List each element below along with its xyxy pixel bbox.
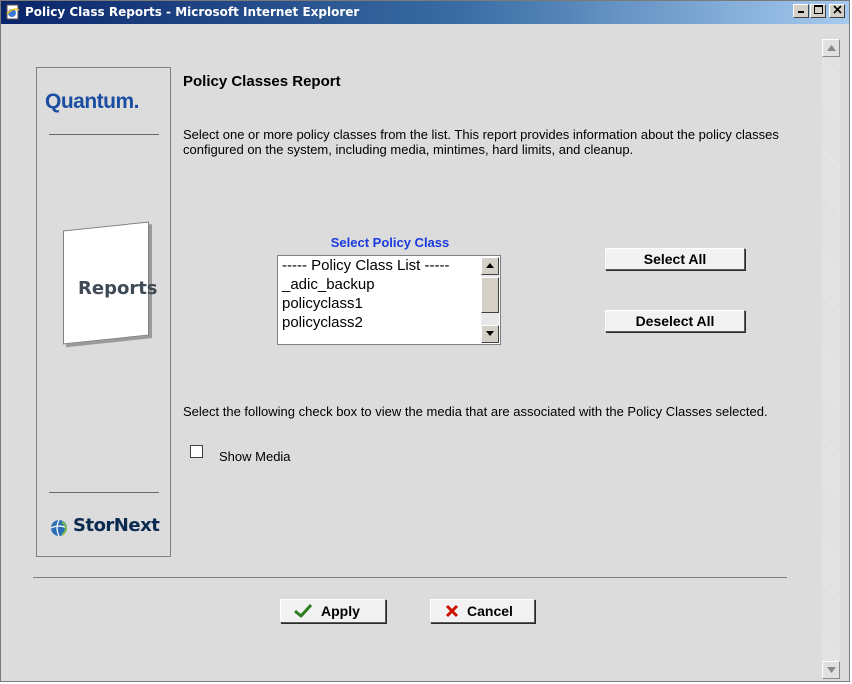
list-scroll-thumb[interactable] — [481, 277, 499, 313]
maximize-icon — [813, 5, 823, 14]
arrow-down-icon — [827, 667, 836, 673]
show-media-checkbox[interactable] — [190, 445, 203, 458]
page-title: Policy Classes Report — [183, 73, 341, 90]
cancel-label: Cancel — [467, 603, 513, 619]
cancel-button[interactable]: Cancel — [430, 599, 535, 623]
policy-class-list[interactable]: ----- Policy Class List ----- _adic_back… — [277, 255, 501, 345]
title-bar[interactable]: Policy Class Reports - Microsoft Interne… — [1, 1, 849, 24]
apply-button[interactable]: Apply — [280, 599, 386, 623]
stornext-globe-icon — [50, 519, 68, 537]
list-scroll-down-button[interactable] — [481, 325, 499, 343]
close-button[interactable] — [829, 4, 845, 18]
minimize-icon — [798, 11, 804, 13]
scroll-up-button[interactable] — [822, 39, 840, 57]
stornext-logo: StorNext — [73, 515, 160, 536]
footer-divider — [33, 577, 787, 578]
quantum-logo: Quantum. — [45, 90, 140, 113]
close-icon — [832, 5, 842, 14]
apply-label: Apply — [321, 603, 360, 619]
list-item[interactable]: policyclass1 — [278, 294, 500, 313]
select-policy-class-label: Select Policy Class — [330, 235, 450, 250]
arrow-up-icon — [827, 45, 836, 51]
list-item[interactable]: ----- Policy Class List ----- — [278, 256, 500, 275]
list-item[interactable]: policyclass2 — [278, 313, 500, 332]
x-icon — [445, 604, 459, 618]
arrow-down-icon — [486, 331, 494, 336]
list-scrollbar[interactable] — [481, 257, 499, 343]
ie-page-icon — [6, 4, 20, 20]
deselect-all-button[interactable]: Deselect All — [605, 310, 745, 332]
reports-graphic: Reports — [63, 221, 158, 345]
show-media-label[interactable]: Show Media — [219, 449, 291, 464]
sidebar: Quantum. Reports StorNext — [36, 67, 171, 557]
checkbox-description: Select the following check box to view t… — [183, 404, 768, 419]
reports-label: Reports — [78, 277, 158, 299]
arrow-up-icon — [486, 263, 494, 268]
page-scrollbar[interactable] — [822, 39, 840, 679]
sidebar-divider — [49, 134, 159, 135]
minimize-button[interactable] — [793, 4, 809, 18]
maximize-button[interactable] — [810, 4, 826, 18]
list-scroll-up-button[interactable] — [481, 257, 499, 275]
window-title: Policy Class Reports - Microsoft Interne… — [25, 5, 360, 19]
scroll-down-button[interactable] — [822, 661, 840, 679]
select-all-button[interactable]: Select All — [605, 248, 745, 270]
sidebar-divider — [49, 492, 159, 493]
list-item[interactable]: _adic_backup — [278, 275, 500, 294]
report-description: Select one or more policy classes from t… — [183, 127, 779, 157]
checkmark-icon — [294, 604, 313, 618]
